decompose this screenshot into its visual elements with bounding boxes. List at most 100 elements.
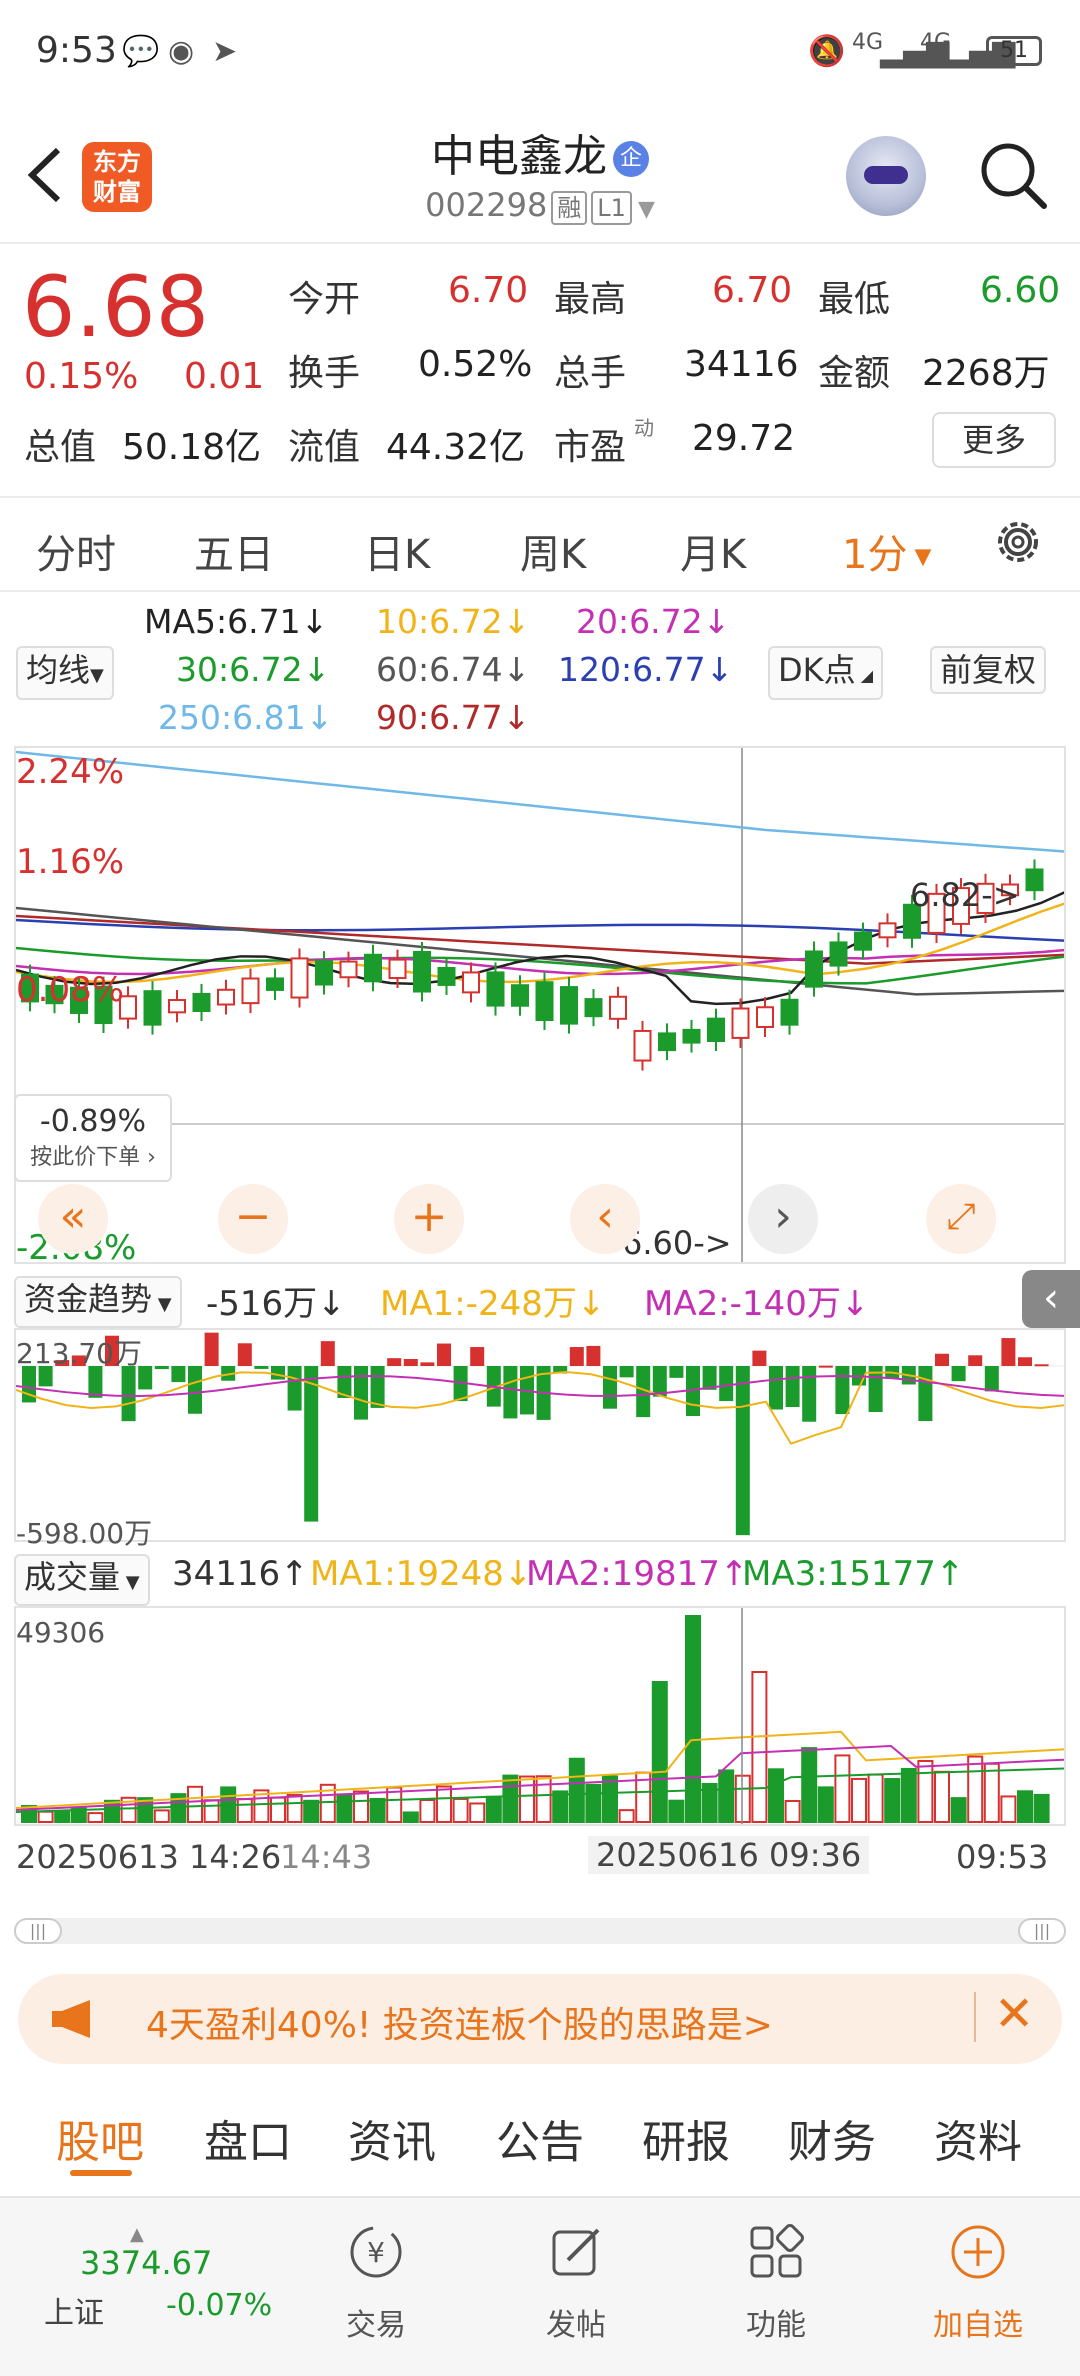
flow-bar — [304, 1366, 319, 1522]
volume-selector-label: 成交量 — [24, 1558, 121, 1596]
volume-bar — [585, 1783, 602, 1824]
fund-flow-selector[interactable]: 资金趋势 ▼ — [14, 1276, 182, 1328]
volume-bar — [104, 1799, 120, 1823]
volume-bar — [270, 1796, 286, 1823]
promo-text: 4天盈利40%! 投资连板个股的思路是> — [146, 2005, 773, 2046]
tab-monthly-k[interactable]: 月K — [680, 522, 746, 580]
dk-point-button[interactable]: DK点 ◢ — [768, 646, 884, 700]
caret-down-icon: ▼ — [90, 665, 104, 686]
caret-down-icon: ▼ — [152, 1294, 172, 1315]
volume-bar — [950, 1797, 967, 1823]
flow-bar — [669, 1366, 684, 1378]
tab-one-minute[interactable]: 1分 ▼ — [842, 522, 931, 580]
mktcap-label: 总值 — [24, 427, 97, 468]
kline-svg — [16, 748, 1064, 1262]
candle-body — [339, 960, 358, 979]
volume-bar — [402, 1811, 419, 1823]
tab-five-day[interactable]: 五日 — [194, 522, 274, 580]
volume-bar — [87, 1812, 104, 1824]
tab-pankou[interactable]: 盘口 — [204, 2106, 292, 2170]
range-handle-right[interactable]: ||| — [1018, 1918, 1066, 1944]
range-handle-left[interactable]: ||| — [14, 1918, 62, 1944]
nav-trade[interactable]: ¥ 交易 — [306, 2222, 446, 2344]
volume-chart[interactable] — [14, 1606, 1066, 1826]
tab-finance[interactable]: 财务 — [788, 2106, 876, 2170]
search-icon[interactable] — [978, 140, 1048, 210]
tab-announcements[interactable]: 公告 — [496, 2106, 584, 2170]
fund-flow-ma2: MA2:-140万↓ — [644, 1284, 870, 1324]
zoom-out-button[interactable]: − — [218, 1184, 288, 1254]
candle-body — [486, 971, 505, 1007]
ma250-value: 250:6.81↓ — [158, 698, 334, 737]
nav-add-watchlist[interactable]: 加自选 — [908, 2222, 1048, 2344]
flow-bar — [752, 1350, 767, 1366]
low-label: 最低 — [818, 279, 891, 320]
robot-assistant-icon[interactable] — [846, 136, 926, 216]
fund-flow-chart[interactable] — [14, 1328, 1066, 1542]
volume-bar — [851, 1777, 867, 1823]
volume-bar — [917, 1759, 934, 1824]
volume-bar — [718, 1769, 735, 1823]
ma120-value: 120:6.77↓ — [558, 650, 734, 689]
range-scrollbar[interactable]: ||| ||| — [14, 1918, 1066, 1944]
corner-icon: ◢ — [855, 666, 874, 685]
flow-bar — [984, 1366, 999, 1392]
flow-bar — [287, 1366, 302, 1411]
volume-bar — [817, 1786, 834, 1824]
tab-weekly-k[interactable]: 周K — [520, 522, 586, 580]
flow-bar — [420, 1362, 435, 1366]
price-order-tag[interactable]: -0.89% 按此价下单 › — [14, 1094, 172, 1182]
candle-body — [780, 998, 799, 1026]
nav-post[interactable]: 发帖 — [506, 2222, 646, 2344]
enterprise-badge: 企 — [613, 141, 649, 177]
tab-intraday[interactable]: 分时 — [36, 522, 116, 580]
stock-name-text: 中电鑫龙 — [431, 131, 607, 182]
volume-bar — [552, 1790, 569, 1824]
scroll-left-fast-button[interactable]: « — [38, 1184, 108, 1254]
tab-daily-k[interactable]: 日K — [364, 522, 430, 580]
candle-body — [266, 977, 284, 991]
fullscreen-button[interactable]: ⤢ — [926, 1184, 996, 1254]
mktcap-value: 50.18亿 — [122, 427, 262, 468]
tab-profile[interactable]: 资料 — [934, 2106, 1022, 2170]
tab-guba[interactable]: 股吧 — [56, 2106, 144, 2170]
promo-banner[interactable]: 4天盈利40%! 投资连板个股的思路是> ✕ — [18, 1974, 1062, 2064]
flow-bar — [1001, 1338, 1016, 1366]
nav-functions[interactable]: 功能 — [706, 2222, 846, 2344]
volume-bar — [618, 1809, 635, 1823]
tab-news[interactable]: 资讯 — [348, 2106, 436, 2170]
volume-bar — [54, 1810, 71, 1823]
candle-body — [168, 999, 186, 1014]
browser-icon: ◉ — [168, 34, 195, 69]
ma90-value: 90:6.77↓ — [376, 698, 531, 737]
grid-icon — [750, 2224, 804, 2278]
kline-chart[interactable] — [14, 746, 1066, 1264]
volume-bar — [369, 1797, 386, 1823]
flow-bar — [802, 1366, 817, 1422]
flow-bar — [603, 1366, 617, 1409]
scroll-right-button[interactable]: › — [748, 1184, 818, 1254]
flow-bar — [968, 1355, 983, 1366]
zoom-in-button[interactable]: + — [394, 1184, 464, 1254]
ma250-line — [16, 750, 1064, 853]
ma-selector[interactable]: 均线▼ — [16, 646, 114, 700]
volume-bar — [983, 1762, 1000, 1824]
tab-research[interactable]: 研报 — [642, 2106, 730, 2170]
volume-label: 总手 — [554, 353, 627, 394]
plus-circle-icon — [951, 2225, 1005, 2279]
volume-bar — [336, 1793, 353, 1824]
volume-bar — [1017, 1790, 1033, 1823]
candle-body — [437, 966, 456, 986]
volume-selector[interactable]: 成交量 ▼ — [14, 1554, 150, 1606]
scroll-left-button[interactable]: ‹ — [570, 1184, 640, 1254]
flow-bar — [204, 1332, 219, 1366]
volume-bar — [203, 1799, 220, 1823]
more-button[interactable]: 更多 — [932, 412, 1056, 468]
close-icon[interactable]: ✕ — [994, 1986, 1034, 2042]
volume-bar — [286, 1793, 303, 1824]
gear-icon[interactable] — [990, 514, 1046, 570]
adjust-button[interactable]: 前复权 — [930, 646, 1047, 694]
candle-body — [1025, 868, 1044, 892]
candle-body — [413, 950, 431, 993]
side-panel-toggle[interactable]: ‹ — [1022, 1270, 1080, 1328]
